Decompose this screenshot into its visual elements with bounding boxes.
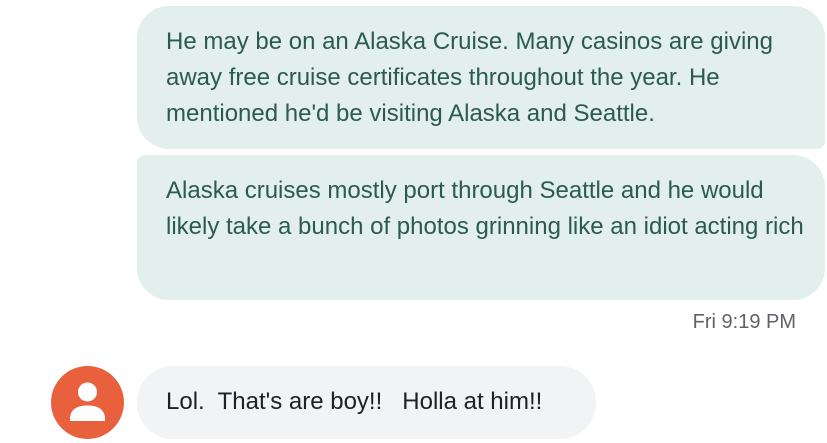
person-icon	[70, 382, 105, 421]
received-message-bubble[interactable]: Lol. That's are boy!! Holla at him!!	[137, 366, 596, 439]
message-timestamp: Fri 9:19 PM	[692, 311, 796, 333]
message-thread: He may be on an Alaska Cruise. Many casi…	[0, 0, 827, 443]
contact-avatar[interactable]	[51, 366, 124, 439]
sent-message-bubble[interactable]: Alaska cruises mostly port through Seatt…	[137, 155, 825, 300]
sent-message-bubble[interactable]: He may be on an Alaska Cruise. Many casi…	[137, 6, 825, 149]
